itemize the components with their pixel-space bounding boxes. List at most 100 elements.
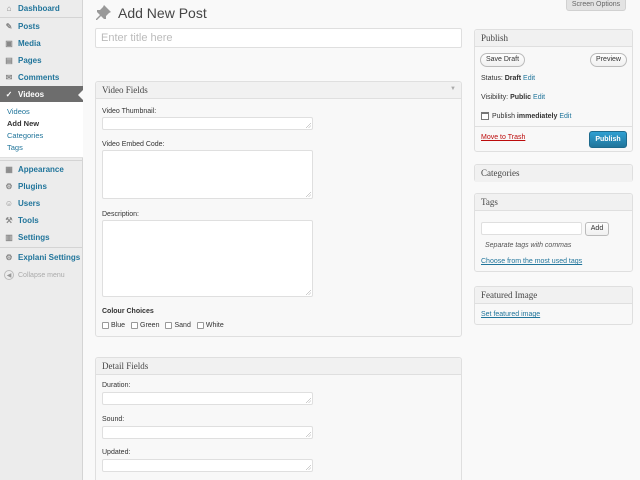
- duration-label: Duration:: [102, 382, 131, 389]
- visibility-value: Public: [510, 94, 532, 101]
- status-value: Draft: [504, 75, 522, 82]
- submenu-categories[interactable]: Categories: [7, 131, 43, 140]
- schedule-row: Publish immediately Edit: [481, 112, 571, 120]
- categories-box: Categories: [474, 164, 633, 182]
- duration-field[interactable]: [102, 392, 313, 405]
- colour-checkbox-white[interactable]: White: [196, 322, 224, 329]
- toggle-arrow-icon[interactable]: ▼: [450, 86, 456, 92]
- tag-input[interactable]: [481, 222, 582, 235]
- explani-settings-icon: ⚙: [5, 253, 13, 262]
- menu-label: Tools: [18, 216, 39, 225]
- collapse-label: Collapse menu: [18, 271, 65, 279]
- menu-pages[interactable]: ▤ Pages: [0, 52, 83, 69]
- admin-sidebar: ⌂ Dashboard ✎ Posts ▣ Media ▤ Pages ✉ Comment…: [0, 0, 84, 480]
- status-label: Status:: [481, 75, 503, 82]
- publish-label: Publish: [492, 112, 515, 120]
- menu-label: Dashboard: [18, 4, 60, 13]
- users-icon: ☺: [4, 199, 14, 208]
- featured-image-header[interactable]: Featured Image: [475, 287, 632, 304]
- videos-submenu: Videos Add New Categories Tags: [0, 102, 83, 158]
- tools-icon: ⚒: [5, 216, 13, 225]
- colour-checkbox-sand[interactable]: Sand: [165, 322, 191, 329]
- box-title: Publish: [481, 33, 509, 43]
- colour-choices: Blue Green Sand White: [102, 322, 230, 329]
- posts-icon: ✎: [5, 22, 13, 31]
- publish-value: immediately: [516, 112, 558, 120]
- checkbox-label: Blue: [111, 322, 126, 329]
- move-to-trash-link[interactable]: Move to Trash: [481, 134, 525, 141]
- box-title: Categories: [481, 168, 520, 178]
- menu-videos[interactable]: ✓ Videos: [0, 86, 84, 103]
- preview-button[interactable]: Preview: [590, 53, 627, 67]
- checkbox-icon: [196, 322, 204, 329]
- colour-checkbox-blue[interactable]: Blue: [102, 322, 125, 329]
- page-header: Add New Post: [96, 5, 207, 21]
- media-icon: ▣: [5, 39, 13, 48]
- colour-checkbox-green[interactable]: Green: [131, 322, 159, 329]
- screen-options-button[interactable]: Screen Options: [566, 0, 626, 11]
- box-title: Video Fields: [102, 85, 148, 95]
- video-embed-label: Video Embed Code:: [102, 141, 165, 148]
- most-used-tags-link[interactable]: Choose from the most used tags: [481, 258, 582, 265]
- pages-icon: ▤: [5, 56, 13, 65]
- menu-media[interactable]: ▣ Media: [0, 35, 83, 52]
- menu-explani-settings[interactable]: ⚙ Explani Settings: [0, 249, 83, 266]
- sound-field[interactable]: [102, 426, 313, 439]
- checkbox-label: Sand: [174, 322, 191, 329]
- menu-label: Pages: [18, 56, 42, 65]
- menu-appearance[interactable]: ▦ Appearance: [0, 161, 83, 178]
- description-field[interactable]: [102, 220, 313, 297]
- checkbox-icon: [131, 322, 139, 329]
- video-fields-header[interactable]: Video Fields ▼: [96, 82, 461, 99]
- page-title: Add New Post: [118, 5, 207, 21]
- menu-users[interactable]: ☺ Users: [0, 195, 83, 212]
- detail-fields-box: Detail Fields Duration: Sound: Updated:: [95, 357, 462, 480]
- menu-label: Explani Settings: [18, 253, 81, 262]
- updated-field[interactable]: [102, 459, 313, 472]
- publish-header[interactable]: Publish: [475, 30, 632, 47]
- add-tag-button[interactable]: Add: [585, 222, 609, 236]
- tags-header[interactable]: Tags: [475, 194, 632, 211]
- collapse-menu[interactable]: ◀ Collapse menu: [4, 270, 65, 280]
- menu-plugins[interactable]: ⚙ Plugins: [0, 178, 83, 195]
- colour-choices-label: Colour Choices: [102, 308, 154, 315]
- detail-fields-header[interactable]: Detail Fields: [96, 358, 461, 375]
- submenu-add-new[interactable]: Add New: [7, 119, 39, 128]
- video-thumbnail-field[interactable]: [102, 117, 313, 130]
- menu-posts[interactable]: ✎ Posts: [0, 18, 83, 35]
- publish-divider: [475, 126, 632, 127]
- categories-header[interactable]: Categories: [475, 165, 632, 182]
- visibility-label: Visibility:: [481, 94, 509, 101]
- status-edit-link[interactable]: Edit: [523, 75, 535, 82]
- status-row: Status: Draft Edit: [481, 75, 535, 82]
- videos-icon: ✓: [5, 90, 13, 99]
- schedule-edit-link[interactable]: Edit: [559, 113, 571, 120]
- menu-separator: [0, 247, 83, 248]
- menu-label: Videos: [18, 90, 45, 99]
- description-label: Description:: [102, 211, 139, 218]
- comments-icon: ✉: [5, 73, 13, 82]
- menu-dashboard[interactable]: ⌂ Dashboard: [0, 0, 83, 17]
- menu-label: Users: [18, 199, 41, 208]
- appearance-icon: ▦: [5, 165, 13, 174]
- submenu-tags[interactable]: Tags: [7, 143, 23, 152]
- visibility-row: Visibility: Public Edit: [481, 94, 545, 101]
- menu-settings[interactable]: ▥ Settings: [0, 229, 83, 246]
- visibility-edit-link[interactable]: Edit: [533, 94, 545, 101]
- set-featured-image-link[interactable]: Set featured image: [481, 311, 540, 318]
- submenu-videos[interactable]: Videos: [7, 107, 30, 116]
- video-fields-box: Video Fields ▼ Video Thumbnail: Video Em…: [95, 81, 462, 337]
- plugins-icon: ⚙: [5, 182, 13, 191]
- sound-label: Sound:: [102, 416, 125, 423]
- menu-comments[interactable]: ✉ Comments: [0, 69, 83, 86]
- checkbox-label: White: [205, 322, 224, 329]
- publish-button[interactable]: Publish: [589, 131, 627, 148]
- menu-label: Appearance: [18, 165, 64, 174]
- menu-label: Settings: [18, 233, 50, 242]
- post-title-input[interactable]: Enter title here: [95, 28, 462, 48]
- checkbox-icon: [165, 322, 173, 329]
- menu-tools[interactable]: ⚒ Tools: [0, 212, 83, 229]
- save-draft-button[interactable]: Save Draft: [480, 53, 525, 67]
- calendar-icon: [481, 112, 489, 120]
- video-embed-field[interactable]: [102, 150, 313, 199]
